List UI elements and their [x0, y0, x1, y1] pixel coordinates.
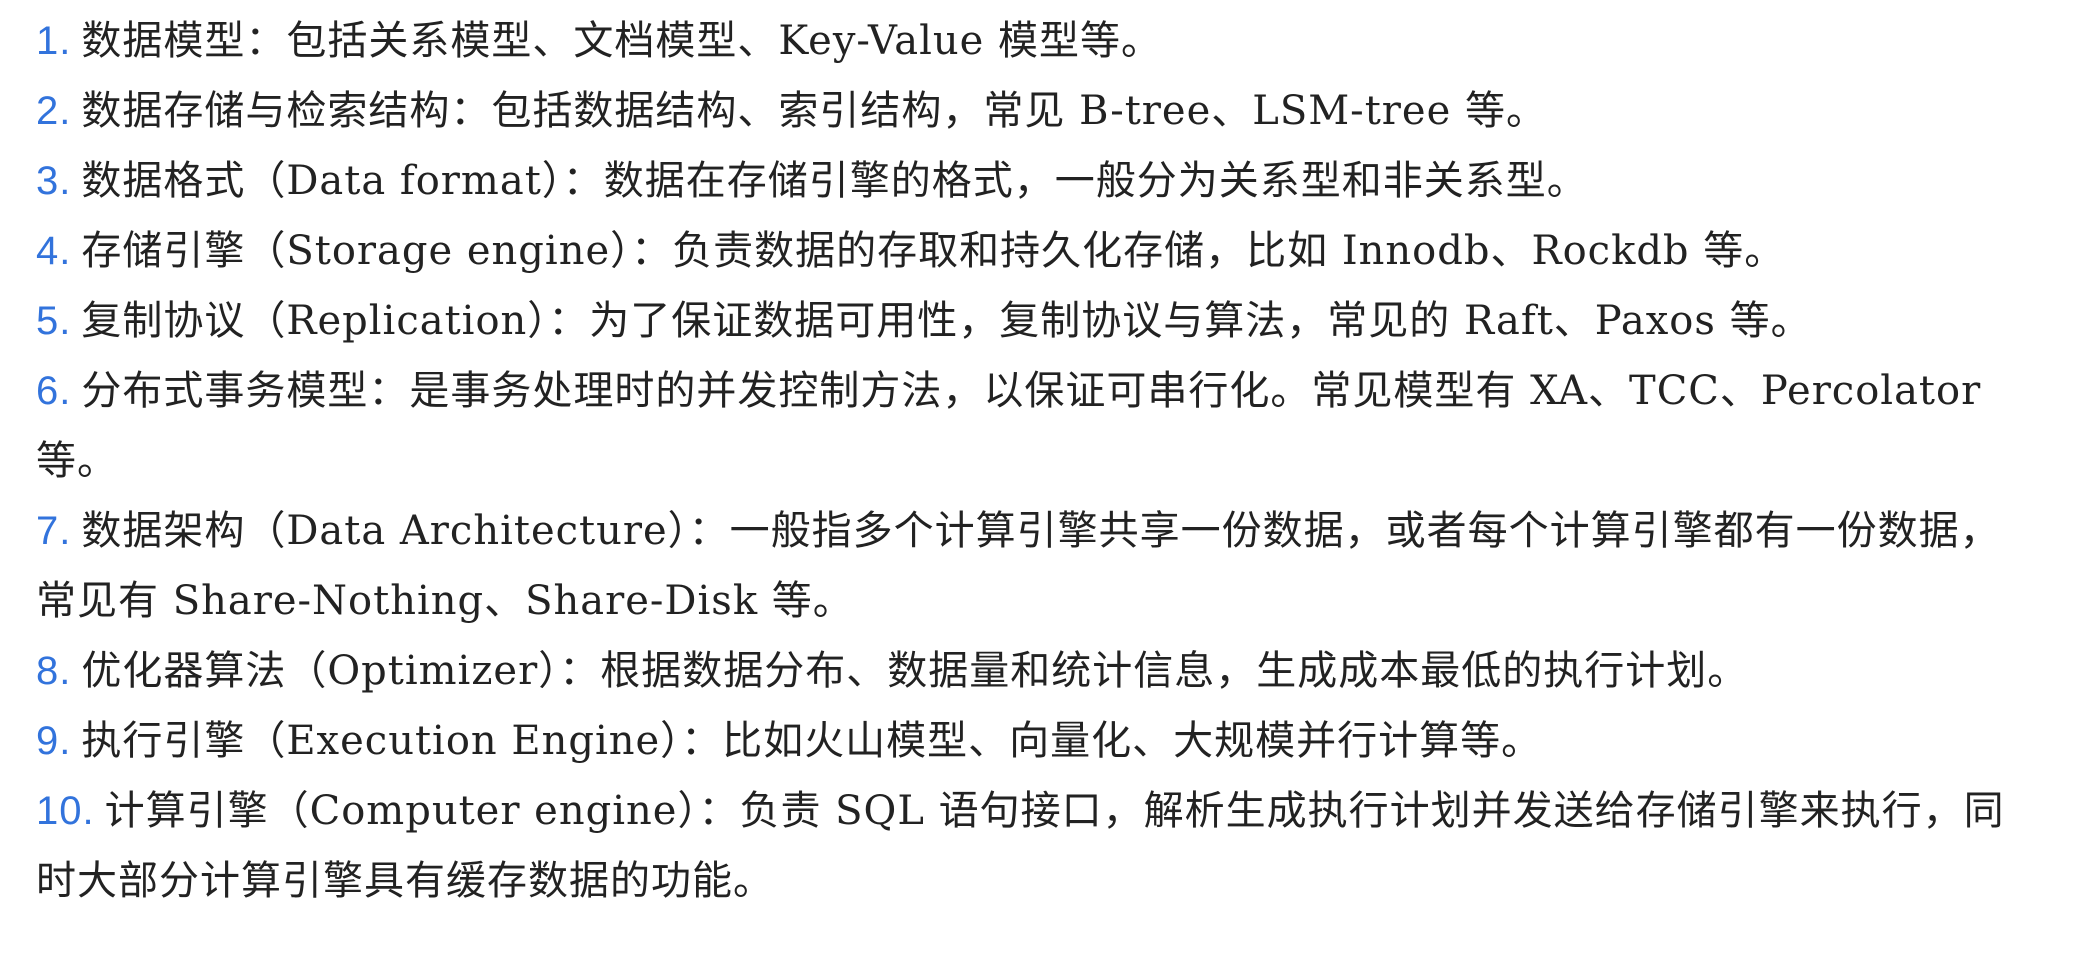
list-text: 执行引擎（Execution Engine）：比如火山模型、向量化、大规模并行计… [81, 718, 1543, 764]
list-item-2: 2. 数据存储与检索结构：包括数据结构、索引结构，常见 B-tree、LSM-tr… [36, 76, 2026, 146]
list-item-4: 4. 存储引擎（Storage engine）：负责数据的存取和持久化存储，比如 … [36, 216, 2026, 286]
numbered-list: 1. 数据模型：包括关系模型、文档模型、Key-Value 模型等。 2. 数据存储… [36, 6, 2026, 916]
page: { "colors": { "number": "#3273dc", "text… [0, 0, 2080, 968]
list-item-7: 7. 数据架构（Data Architecture）：一般指多个计算引擎共享一份数… [36, 496, 2026, 636]
list-item-5: 5. 复制协议（Replication）：为了保证数据可用性，复制协议与算法，常见… [36, 286, 2026, 356]
list-item-9: 9. 执行引擎（Execution Engine）：比如火山模型、向量化、大规模并… [36, 706, 2026, 776]
list-number: 6. [36, 369, 72, 413]
list-item-10: 10. 计算引擎（Computer engine）：负责 SQL 语句接口，解析生… [36, 776, 2026, 916]
list-number: 10. [36, 789, 95, 833]
list-text: 存储引擎（Storage engine）：负责数据的存取和持久化存储，比如 In… [81, 228, 1786, 274]
list-number: 8. [36, 649, 72, 693]
list-text: 数据格式（Data format）：数据在存储引擎的格式，一般分为关系型和非关系… [81, 158, 1588, 204]
list-text: 数据存储与检索结构：包括数据结构、索引结构，常见 B-tree、LSM-tree… [81, 88, 1547, 134]
list-number: 9. [36, 719, 72, 763]
list-text: 计算引擎（Computer engine）：负责 SQL 语句接口，解析生成执行… [36, 788, 2005, 904]
list-text: 优化器算法（Optimizer）：根据数据分布、数据量和统计信息，生成成本最低的… [81, 648, 1749, 694]
list-item-6: 6. 分布式事务模型：是事务处理时的并发控制方法，以保证可串行化。常见模型有 XA… [36, 356, 2026, 496]
list-item-8: 8. 优化器算法（Optimizer）：根据数据分布、数据量和统计信息，生成成本最… [36, 636, 2026, 706]
list-number: 4. [36, 229, 72, 273]
list-item-1: 1. 数据模型：包括关系模型、文档模型、Key-Value 模型等。 [36, 6, 2026, 76]
list-number: 7. [36, 509, 72, 553]
list-number: 5. [36, 299, 72, 343]
list-text: 数据模型：包括关系模型、文档模型、Key-Value 模型等。 [81, 18, 1163, 64]
list-text: 数据架构（Data Architecture）：一般指多个计算引擎共享一份数据，… [36, 508, 2001, 624]
list-number: 2. [36, 89, 72, 133]
list-number: 3. [36, 159, 72, 203]
list-text: 复制协议（Replication）：为了保证数据可用性，复制协议与算法，常见的 … [81, 298, 1812, 344]
list-text: 分布式事务模型：是事务处理时的并发控制方法，以保证可串行化。常见模型有 XA、T… [36, 368, 1982, 484]
list-item-3: 3. 数据格式（Data format）：数据在存储引擎的格式，一般分为关系型和非… [36, 146, 2026, 216]
list-number: 1. [36, 19, 72, 63]
